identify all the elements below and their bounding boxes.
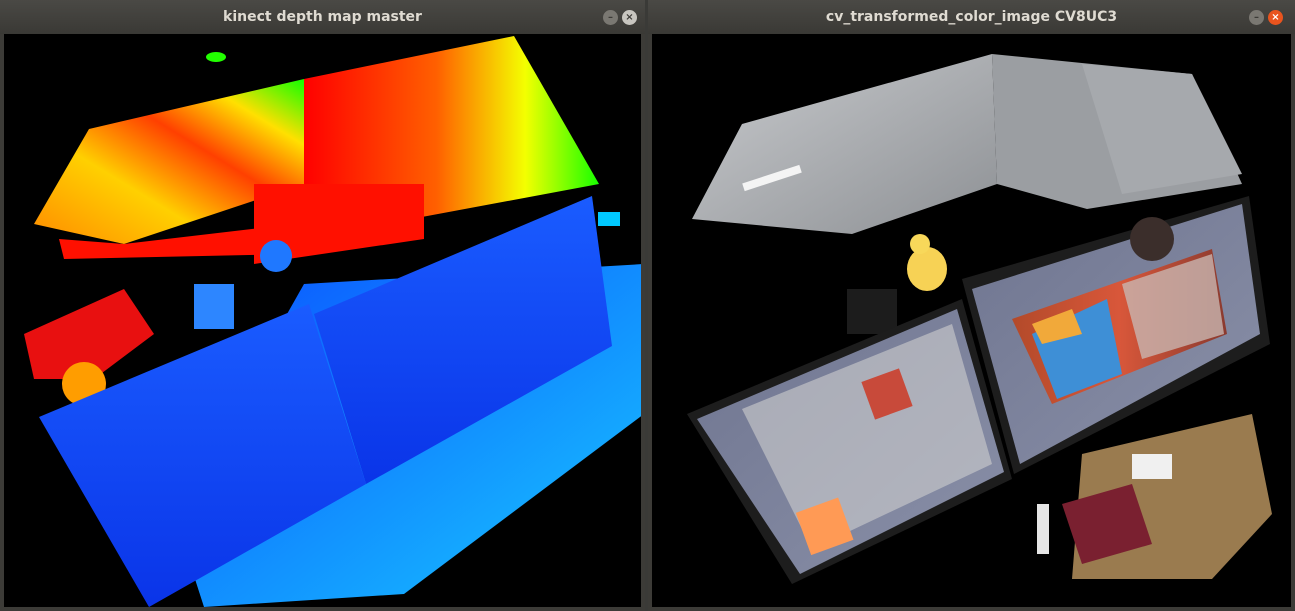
- color-image: [652, 34, 1291, 607]
- depth-map-graphic: [24, 36, 641, 607]
- window-titlebar[interactable]: cv_transformed_color_image CV8UC3 – ×: [648, 0, 1295, 34]
- desk-object: [1132, 454, 1172, 479]
- close-icon: ×: [625, 11, 634, 23]
- color-image-graphic: [687, 54, 1272, 584]
- window-titlebar[interactable]: kinect depth map master – ×: [0, 0, 645, 34]
- minimize-icon: –: [608, 11, 613, 23]
- close-button[interactable]: ×: [1268, 10, 1283, 25]
- ceiling-panel: [692, 54, 997, 234]
- duck-toy: [910, 234, 930, 254]
- bottle-object: [1037, 504, 1049, 554]
- minimize-icon: –: [1254, 11, 1259, 23]
- window-title: cv_transformed_color_image CV8UC3: [825, 9, 1118, 25]
- depth-object: [260, 240, 292, 272]
- person-head: [1130, 217, 1174, 261]
- color-image-window[interactable]: cv_transformed_color_image CV8UC3 – ×: [648, 0, 1295, 611]
- minimize-button[interactable]: –: [603, 10, 618, 25]
- close-icon: ×: [1271, 11, 1280, 23]
- duck-toy: [907, 247, 947, 291]
- window-title: kinect depth map master: [223, 9, 422, 25]
- depth-map-image: [4, 34, 641, 607]
- close-button[interactable]: ×: [622, 10, 637, 25]
- minimize-button[interactable]: –: [1249, 10, 1264, 25]
- depth-blob: [206, 52, 226, 62]
- depth-object: [194, 284, 234, 329]
- depth-map-window[interactable]: kinect depth map master – ×: [0, 0, 645, 611]
- speaker-object: [847, 289, 897, 334]
- depth-object: [598, 212, 620, 226]
